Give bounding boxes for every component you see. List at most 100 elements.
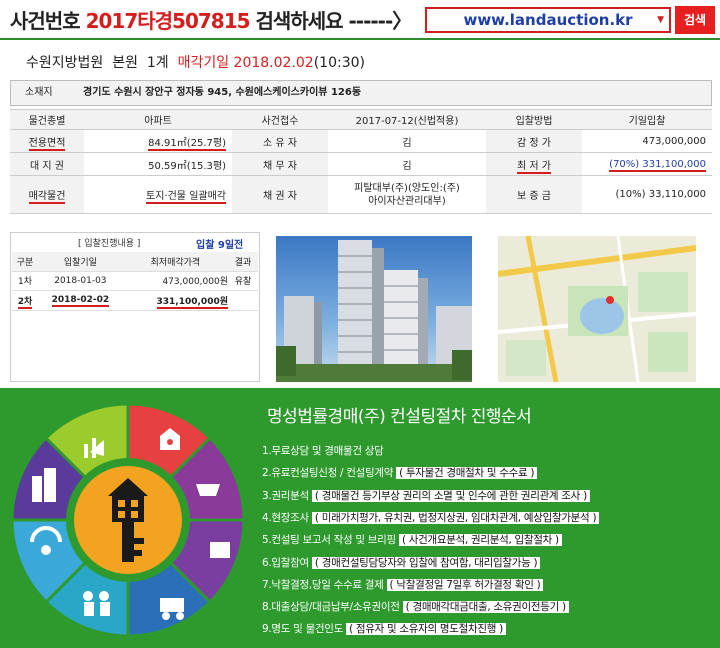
search-header: 사건번호 2017타경507815 검색하세요 ------〉 www.land… [0, 0, 720, 40]
consult-step-6: 6.입찰참여 ( 경매컨설팅담당자와 입찰에 참여함, 대리입찰가능 ) [262, 555, 541, 570]
table-row: 물건종별 아파트 사건접수 2017-07-12(신법적용) 입찰방법 기일입찰 [10, 109, 712, 130]
info-key: 입찰방법 [486, 109, 582, 130]
info-value: 토지·건물 일괄매각 [84, 175, 232, 214]
step-title: 6.입찰참여 [262, 557, 309, 569]
current-round: 2차 [17, 296, 33, 309]
step-detail: ( 경매매각대금대출, 소유권이전등기 ) [402, 601, 569, 613]
building-photo[interactable] [276, 236, 472, 382]
case-number: 2017타경507815 [85, 9, 251, 33]
deposit-value: (10%) 33,110,000 [582, 175, 712, 214]
column-header: 입찰기일 [38, 252, 123, 272]
step-title: 7.낙찰결정,당일 수수료 결제 [262, 579, 384, 591]
consult-step-3: 3.권리분석 ( 경매물건 등기부상 권리의 소멸 및 인수에 관한 권리관계 … [262, 488, 590, 503]
search-button[interactable]: 검색 [675, 6, 715, 34]
info-key: 최 저 가 [486, 152, 582, 176]
appraisal-value: 473,000,000 [582, 129, 712, 153]
creditor-line: 아이자산관리대부) [368, 195, 446, 207]
table-row: 1차 2018-01-03 473,000,000원 유찰 [12, 271, 258, 291]
step-detail: ( 점유자 및 소유자의 명도절차진행 ) [346, 623, 506, 635]
court-branch: 본원 [112, 55, 138, 71]
info-key: 물건종별 [10, 109, 84, 130]
step-title: 8.대출상담/대금납부/소유권이전 [262, 601, 400, 613]
map-illustration [498, 236, 696, 382]
column-header: 결과 [228, 252, 258, 272]
court-name: 수원지방법원 [26, 55, 104, 71]
table-cell [228, 290, 258, 311]
min-price-label: 최 저 가 [517, 160, 551, 174]
consult-step-7: 7.낙찰결정,당일 수수료 결제 ( 낙찰결정일 7일후 허가결정 확인 ) [262, 577, 544, 592]
sale-item-label: 매각물건 [28, 191, 66, 204]
consult-step-8: 8.대출상담/대금납부/소유권이전 ( 경매매각대금대출, 소유권이전등기 ) [262, 599, 569, 614]
table-cell: 2차 [12, 290, 38, 311]
table-cell: 유찰 [228, 271, 258, 291]
wheel-graphic [10, 402, 246, 638]
current-bid-date: 2018-02-02 [51, 295, 110, 307]
table-cell: 1차 [12, 271, 38, 291]
info-value: 김 [328, 152, 486, 176]
info-value: 피탈대부(주)(양도인:(주) 아이자산관리대부) [328, 175, 486, 214]
info-key: 사건접수 [232, 109, 328, 130]
sale-time: (10:30) [313, 55, 365, 71]
consult-step-1: 1.무료상담 및 경매물건 상담 [262, 443, 384, 458]
info-value: 84.91㎡(25.7평) [84, 129, 232, 153]
case-label: 사건번호 [10, 9, 81, 33]
sale-item-value: 토지·건물 일괄매각 [146, 191, 226, 204]
column-header: 구분 [12, 252, 38, 272]
info-value: 기일입찰 [582, 109, 712, 130]
info-key: 채 권 자 [232, 175, 328, 214]
exclusive-area-value: 84.91㎡(25.7평) [148, 137, 226, 151]
info-key: 보 증 금 [486, 175, 582, 214]
site-select[interactable]: www.landauction.kr ▼ [425, 7, 671, 33]
step-detail: ( 미래가치평가, 유치권, 법정지상권, 임대차관계, 예상입찰가분석 ) [311, 512, 600, 524]
bid-history-title: [ 입찰진행내용 ] [78, 239, 141, 249]
info-key: 대 지 권 [10, 152, 84, 176]
table-cell: 2018-01-03 [38, 271, 123, 291]
step-title: 1.무료상담 및 경매물건 상담 [262, 445, 384, 457]
table-row: 2차 2018-02-02 331,100,000원 [12, 290, 258, 311]
location-map[interactable] [498, 236, 696, 382]
step-title: 4.현장조사 [262, 512, 309, 524]
info-value: (70%) 331,100,000 [582, 152, 712, 176]
site-select-value: www.landauction.kr [463, 11, 633, 29]
exclusive-area-label: 전용면적 [28, 137, 66, 151]
step-title: 5.컨설팅 보고서 작성 및 브리핑 [262, 534, 396, 546]
sale-date: 2018.02.02 [233, 55, 314, 71]
consult-step-4: 4.현장조사 ( 미래가치평가, 유치권, 법정지상권, 임대차관계, 예상입찰… [262, 510, 600, 525]
property-info-table: 물건종별 아파트 사건접수 2017-07-12(신법적용) 입찰방법 기일입찰… [10, 109, 712, 214]
court-line: 수원지방법원 본원 1계 매각기일 2018.02.02(10:30) [26, 52, 365, 72]
min-price-value: (70%) 331,100,000 [609, 158, 706, 172]
step-detail: ( 낙찰결정일 7일후 허가결정 확인 ) [386, 579, 544, 591]
step-detail: ( 투자물건 경매절차 및 수수료 ) [396, 467, 538, 479]
creditor-line: 피탈대부(주)(양도인:(주) [354, 182, 460, 194]
table-row: 구분 입찰기일 최저매각가격 결과 [12, 252, 258, 272]
step-title: 9.명도 및 물건인도 [262, 623, 344, 635]
consulting-title: 명성법률경매(주) 컨설팅절차 진행순서 [267, 407, 532, 427]
address-label: 소재지 [25, 87, 53, 98]
consult-step-2: 2.유료컨설팅신청 / 컨설팅계약 ( 투자물건 경매절차 및 수수료 ) [262, 465, 538, 480]
info-key: 매각물건 [10, 175, 84, 214]
bid-countdown: 입찰 9일전 [196, 240, 244, 251]
column-header: 최저매각가격 [122, 252, 228, 272]
info-value: 50.59㎡(15.3평) [84, 152, 232, 176]
info-key: 채 무 자 [232, 152, 328, 176]
table-row: 대 지 권 50.59㎡(15.3평) 채 무 자 김 최 저 가 (70%) … [10, 152, 712, 176]
info-key: 감 정 가 [486, 129, 582, 153]
consult-step-9: 9.명도 및 물건인도 ( 점유자 및 소유자의 명도절차진행 ) [262, 621, 506, 636]
address-row: 소재지 경기도 수원시 장안구 정자동 945, 수원에스케이스카이뷰 126동 [10, 80, 712, 106]
current-min-price: 331,100,000원 [156, 296, 228, 309]
table-cell: 473,000,000원 [122, 271, 228, 291]
table-row: 매각물건 토지·건물 일괄매각 채 권 자 피탈대부(주)(양도인:(주) 아이자… [10, 175, 712, 214]
consulting-wheel [0, 392, 256, 648]
table-row: 전용면적 84.91㎡(25.7평) 소 유 자 김 감 정 가 473,000… [10, 129, 712, 153]
consult-step-5: 5.컨설팅 보고서 작성 및 브리핑 ( 사건개요분석, 권리분석, 입찰절차 … [262, 532, 562, 547]
info-key: 소 유 자 [232, 129, 328, 153]
building-illustration [276, 240, 472, 382]
sale-date-label: 매각기일 [177, 55, 230, 71]
step-title: 3.권리분석 [262, 490, 309, 502]
info-key: 전용면적 [10, 129, 84, 153]
info-value: 김 [328, 129, 486, 153]
step-detail: ( 경매물건 등기부상 권리의 소멸 및 인수에 관한 권리관계 조사 ) [311, 490, 590, 502]
info-value: 아파트 [84, 109, 232, 130]
search-prompt: 검색하세요 ------〉 [255, 9, 413, 33]
bid-history-table: 구분 입찰기일 최저매각가격 결과 1차 2018-01-03 473,000,… [12, 252, 258, 311]
